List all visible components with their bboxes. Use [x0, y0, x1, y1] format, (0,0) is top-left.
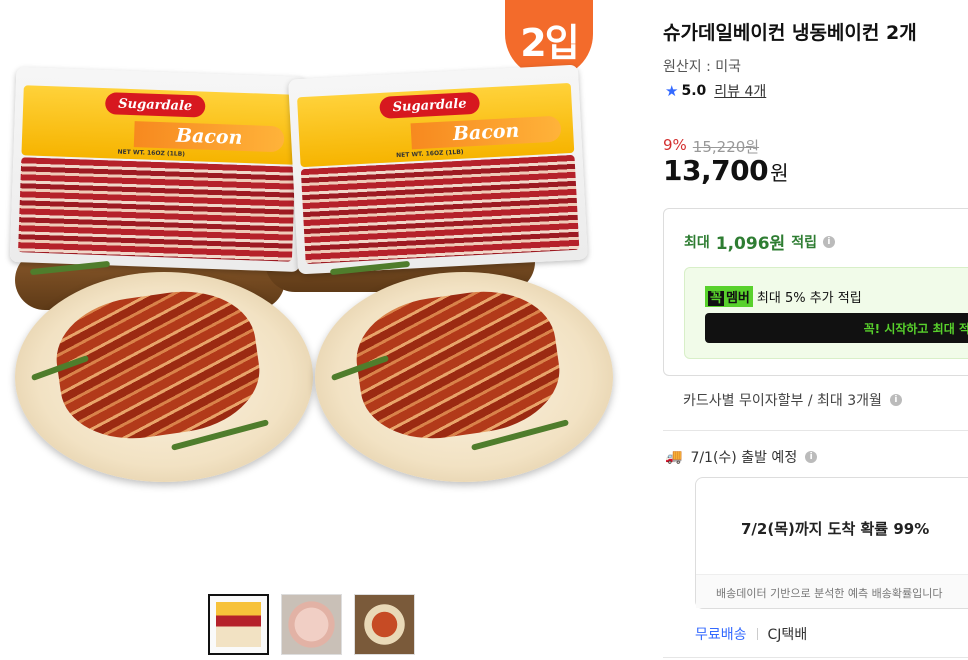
info-icon[interactable]: i	[805, 451, 818, 463]
raw-bacon-strips	[18, 157, 296, 262]
thumbnail-image	[216, 602, 261, 647]
reward-prefix: 최대	[684, 234, 710, 251]
thumbnail-cooked-bacon[interactable]	[354, 594, 415, 655]
reward-summary: 최대 1,096원 적립 i	[684, 229, 835, 254]
pack-product-name: Bacon	[133, 121, 285, 153]
divider	[663, 430, 968, 431]
dispatch-row: 🚚 7/1(수) 출발 예정 i	[665, 447, 818, 467]
thumbnail-image	[282, 595, 341, 654]
reward-box: 최대 1,096원 적립 i 꼭 멤버 최대 5% 추가 적립 꼭! 시작하고 최…	[663, 208, 968, 376]
rating-score: 5.0	[681, 83, 707, 99]
arrival-probability: 7/2(목)까지 도착 확률 99%	[741, 520, 930, 538]
thumbnail-raw-bacon[interactable]	[281, 594, 342, 655]
bacon-pack-right: Sugardale Bacon NET WT. 16OZ (1LB)	[288, 64, 588, 275]
product-info-panel: 슈가데일베이컨 냉동베이컨 2개 원산지 : 미국 ★ 5.0 리뷰 4개 9%…	[663, 0, 968, 660]
member-promo: 꼭멤버 최대 5% 추가 적립 꼭! 시작하고 최대 적립	[684, 267, 968, 359]
delivery-estimate-box: 7/2(목)까지 도착 확률 99% 배송데이터 기반으로 분석한 예측 배송확…	[695, 477, 968, 609]
dispatch-date: 7/1(수) 출발 예정	[690, 450, 798, 466]
thumbnail-bacon-2pack[interactable]	[208, 594, 269, 655]
member-benefit-text: 최대 5% 추가 적립	[756, 291, 862, 306]
thumbnail-strip	[208, 594, 415, 655]
info-icon[interactable]: i	[822, 235, 835, 248]
separator	[756, 628, 758, 640]
product-origin: 원산지 : 미국	[663, 59, 742, 75]
divider	[663, 657, 968, 658]
truck-icon: 🚚	[665, 449, 683, 465]
thumbnail-image	[355, 595, 414, 654]
delivery-note: 배송데이터 기반으로 분석한 예측 배송확률입니다	[696, 574, 968, 608]
installment-info: 카드사별 무이자할부 / 최대 3개월 i	[683, 390, 902, 410]
product-media: 2입 Sugardale Bacon NET WT. 16OZ (1LB) Su…	[0, 0, 640, 660]
member-badge-label: 멤버	[725, 291, 750, 306]
bacon-pack-left: Sugardale Bacon NET WT. 16OZ (1LB)	[9, 66, 307, 273]
reward-amount: 1,096원	[715, 234, 786, 254]
carrier-name: CJ택배	[767, 627, 808, 643]
pack-brand: Sugardale	[104, 92, 206, 118]
sale-price: 13,700 원	[663, 154, 788, 187]
member-start-button[interactable]: 꼭! 시작하고 최대 적립	[705, 313, 968, 343]
star-icon: ★	[665, 82, 679, 100]
rating-summary: ★ 5.0 리뷰 4개	[665, 81, 766, 101]
review-count-link[interactable]: 리뷰 4개	[714, 81, 766, 101]
price-unit: 원	[770, 161, 788, 185]
member-badge-mark: 꼭	[708, 291, 724, 306]
shipping-method: 무료배송 CJ택배	[695, 624, 807, 644]
installment-text: 카드사별 무이자할부 / 최대 3개월	[683, 393, 882, 409]
sale-price-value: 13,700	[663, 154, 769, 187]
free-shipping: 무료배송	[695, 627, 747, 643]
member-benefit: 꼭 멤버 최대 5% 추가 적립	[705, 286, 862, 307]
info-icon[interactable]: i	[889, 394, 902, 406]
member-badge: 꼭 멤버	[705, 286, 753, 307]
raw-bacon-strips	[300, 154, 580, 265]
reward-suffix: 적립	[791, 234, 817, 251]
product-title: 슈가데일베이컨 냉동베이컨 2개	[663, 22, 917, 44]
main-product-image[interactable]: Sugardale Bacon NET WT. 16OZ (1LB) Sugar…	[9, 60, 615, 490]
